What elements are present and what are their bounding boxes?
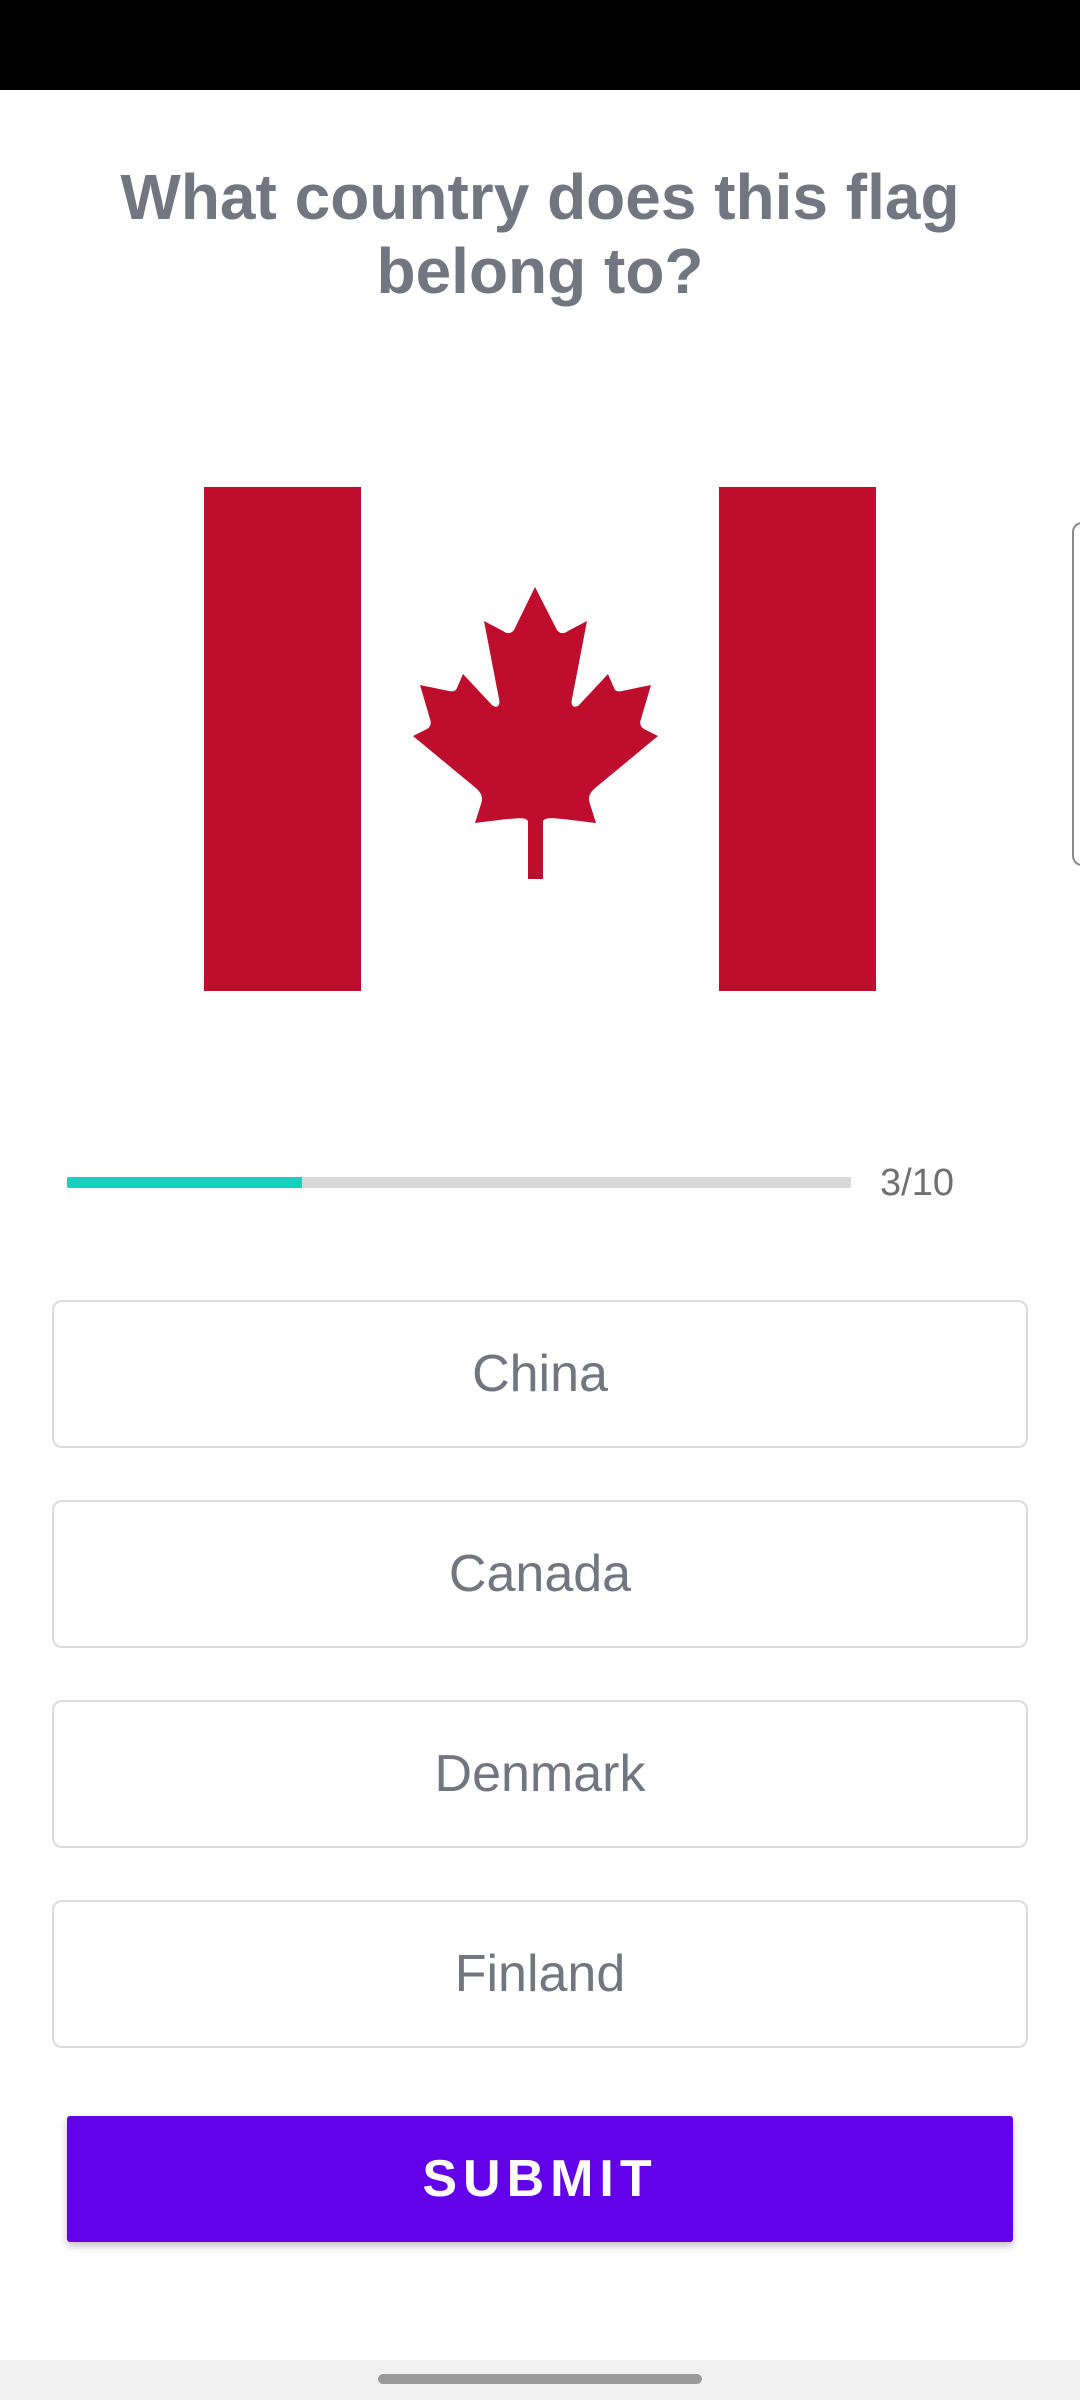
answer-option-finland[interactable]: Finland: [52, 1900, 1028, 2048]
status-bar: [0, 0, 1080, 90]
progress-bar-fill: [67, 1177, 303, 1188]
answer-option-china[interactable]: China: [52, 1300, 1028, 1448]
submit-button[interactable]: SUBMIT: [67, 2116, 1013, 2242]
answer-option-denmark[interactable]: Denmark: [52, 1700, 1028, 1848]
answer-option-label: China: [472, 1345, 608, 1403]
answer-option-label: Canada: [448, 1545, 632, 1603]
question-title: What country does this flag belong to?: [120, 161, 960, 307]
edge-panel-handle[interactable]: [1072, 522, 1080, 866]
flag-image: [204, 487, 876, 991]
quiz-screen: What country does this flag belong to? 3…: [0, 0, 1080, 2400]
progress-bar: [67, 1177, 851, 1188]
answer-option-canada[interactable]: Canada: [52, 1500, 1028, 1648]
answer-option-label: Finland: [454, 1945, 626, 2003]
answer-options: China Canada Denmark Finland: [52, 1300, 1028, 2100]
canada-flag-icon: [204, 487, 876, 991]
navigation-bar: [0, 2360, 1080, 2400]
home-indicator[interactable]: [378, 2374, 702, 2384]
progress-label: 3/10: [880, 1162, 954, 1204]
answer-option-label: Denmark: [434, 1745, 646, 1803]
